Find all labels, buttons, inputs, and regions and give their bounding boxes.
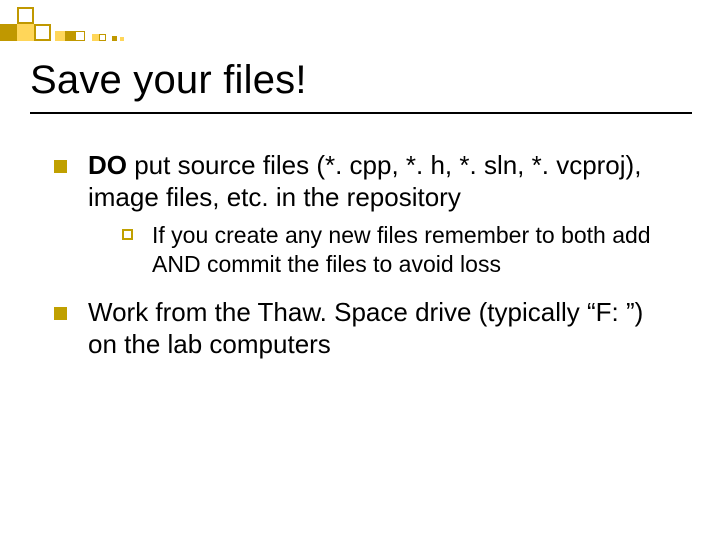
bullet-item: Work from the Thaw. Space drive (typical…	[54, 297, 674, 360]
bullet-bold: DO	[88, 150, 127, 180]
square-bullet-icon	[54, 307, 67, 320]
sub-bullet-item: If you create any new files remember to …	[122, 221, 674, 279]
bullet-item: DO put source files (*. cpp, *. h, *. sl…	[54, 150, 674, 279]
bullet-text: Work from the Thaw. Space drive (typical…	[88, 297, 643, 359]
sub-bullet-text: you create any new files remember to bot…	[152, 222, 651, 277]
slide: Save your files! DO put source files (*.…	[0, 0, 720, 540]
slide-title: Save your files!	[30, 58, 307, 103]
sub-bullet-lead: If	[152, 222, 165, 248]
title-underline	[30, 112, 692, 114]
corner-ornament	[0, 0, 180, 48]
bullet-text: put source files (*. cpp, *. h, *. sln, …	[88, 150, 641, 212]
square-bullet-icon	[54, 160, 67, 173]
slide-body: DO put source files (*. cpp, *. h, *. sl…	[54, 150, 674, 378]
outline-square-bullet-icon	[122, 229, 133, 240]
